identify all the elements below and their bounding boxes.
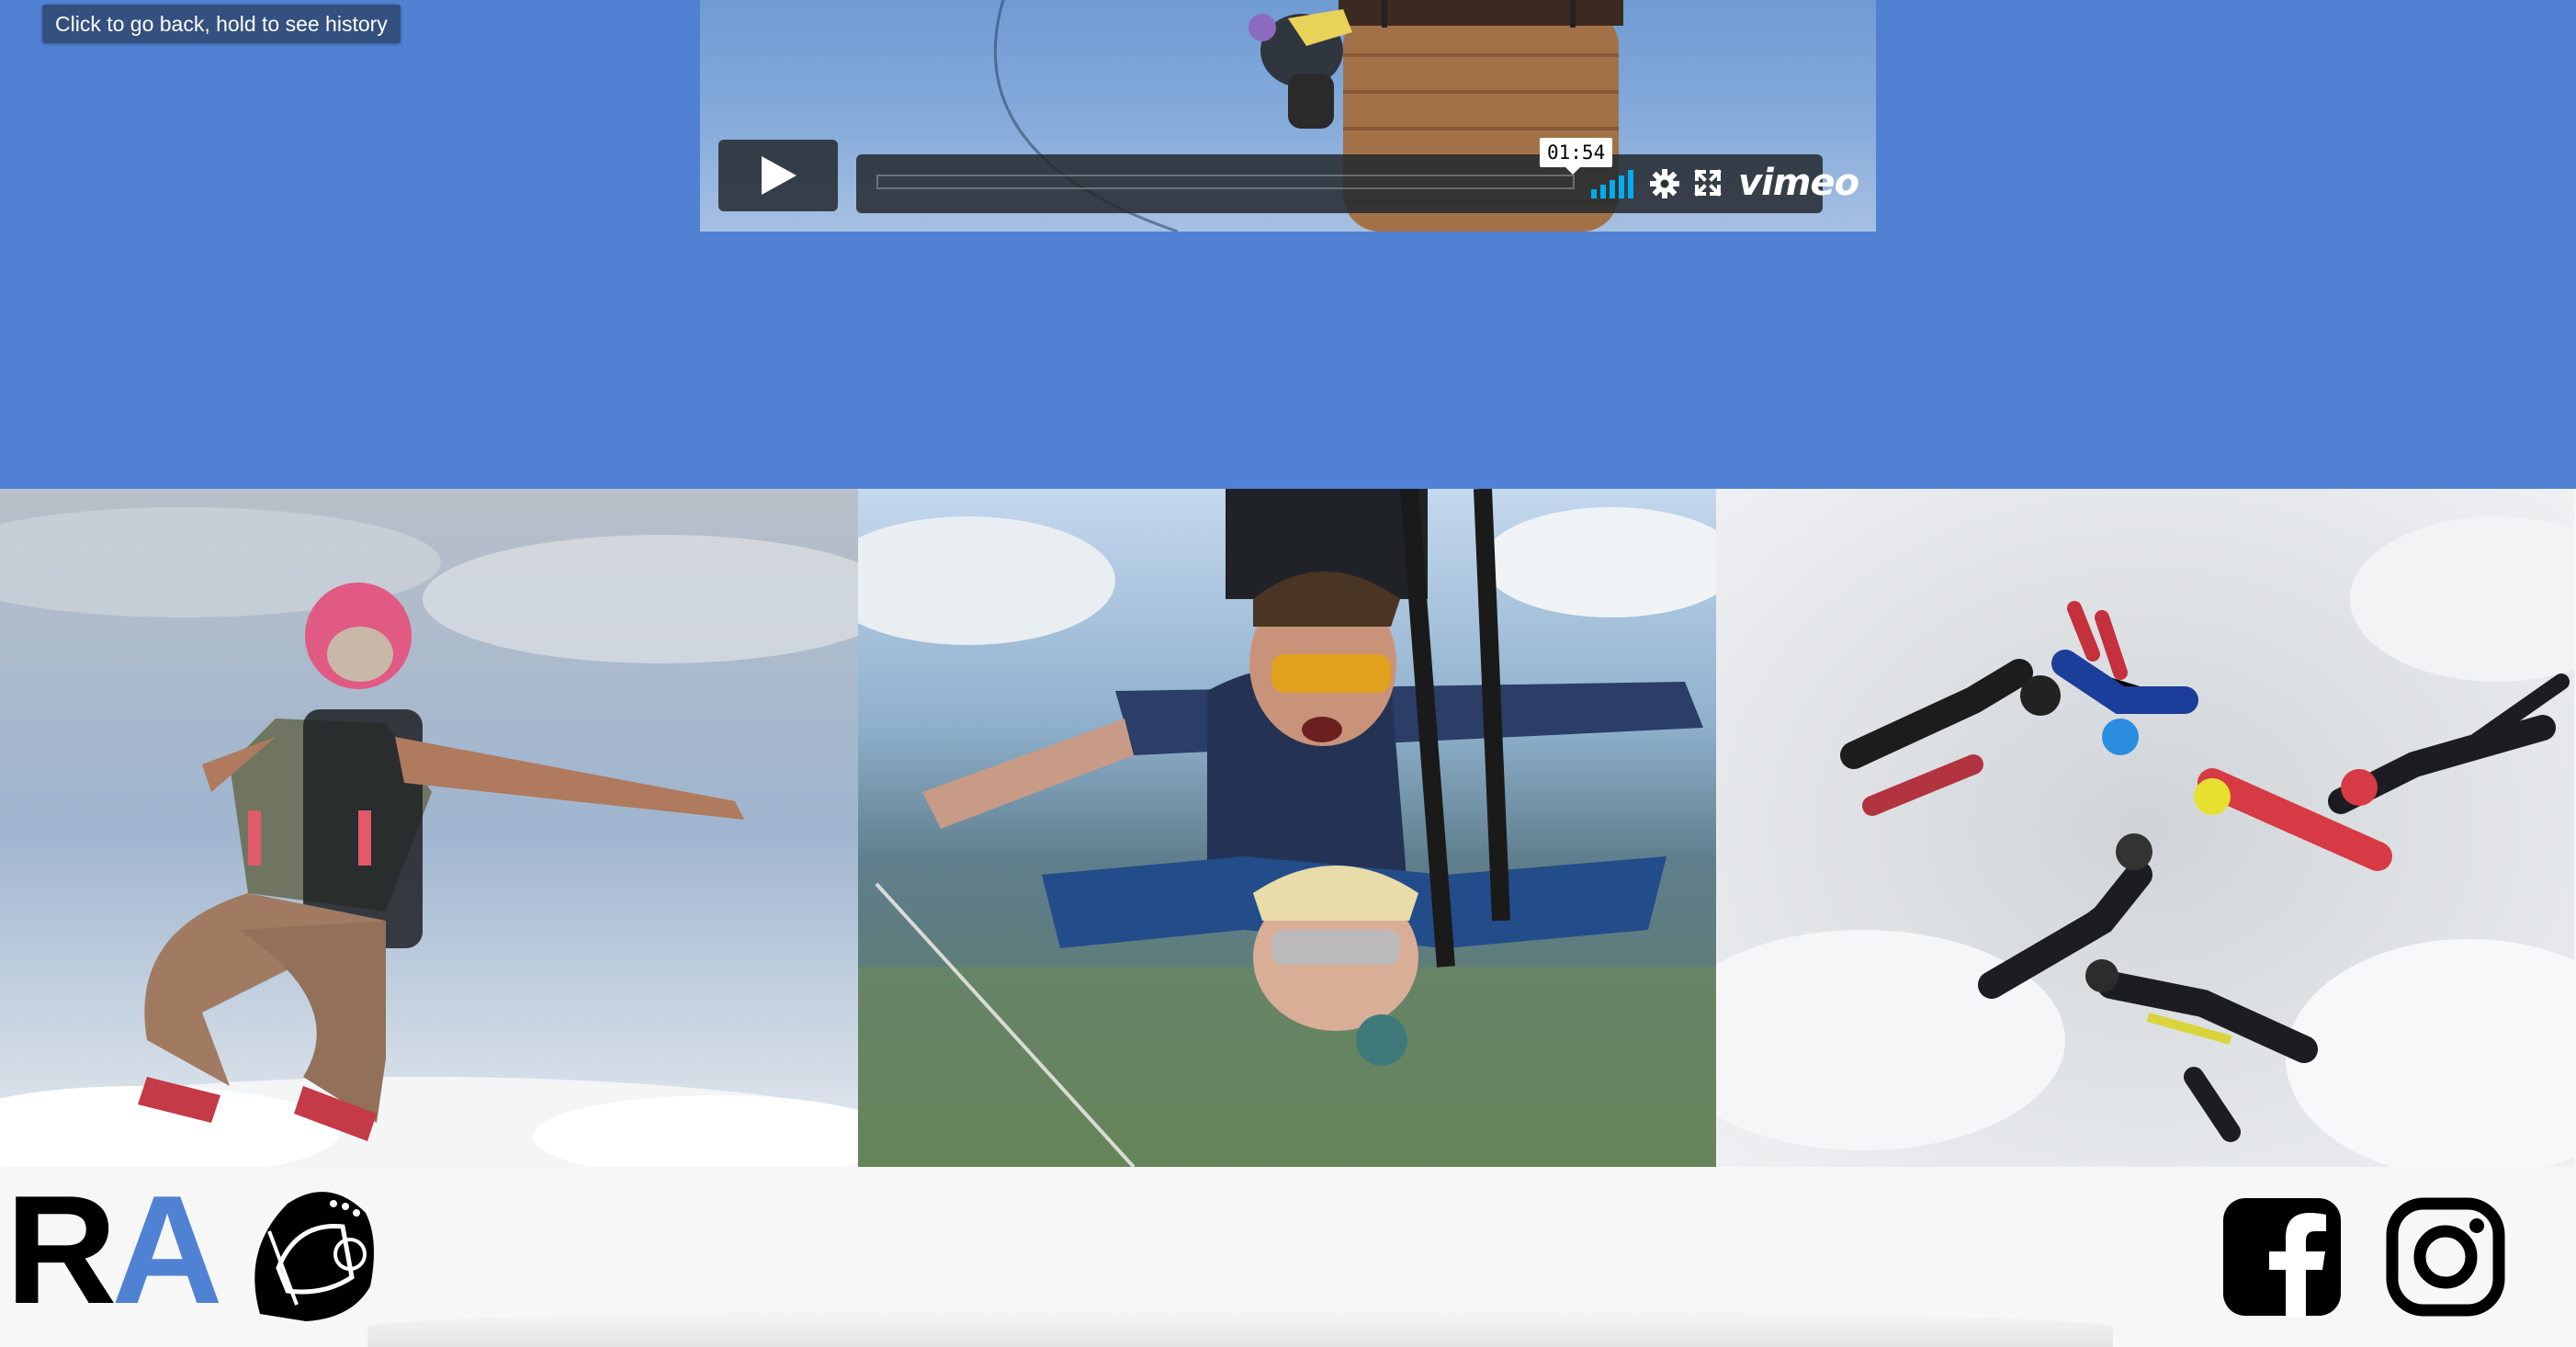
helmet-icon [254,1192,374,1321]
hero-section: vimeo 01:54 Click to go back, hold to se… [0,0,2576,489]
play-button[interactable] [718,140,838,211]
fullscreen-icon[interactable] [1694,169,1722,197]
formation-illustration [1716,489,2574,1167]
back-button-tooltip: Click to go back, hold to see history [42,5,401,43]
player-controls: vimeo [856,154,1859,213]
vimeo-logo[interactable]: vimeo [1738,162,1859,204]
skydiver-illustration [0,489,858,1167]
facebook-icon[interactable] [2221,1196,2343,1318]
footer: R A [0,1167,2576,1347]
settings-gear-icon[interactable] [1650,169,1679,198]
logo-letter-a: A [111,1163,222,1336]
tandem-skydive-photo[interactable] [858,489,1716,1167]
volume-icon[interactable] [1591,169,1635,198]
photo-gallery [0,489,2576,1167]
time-tooltip: 01:54 [1540,138,1613,175]
progress-bar[interactable] [876,175,1575,189]
skydiver-pink-helmet-photo[interactable] [0,489,858,1167]
formation-skydivers-photo[interactable] [1716,489,2574,1167]
footer-shadow [367,1308,2113,1347]
site-logo[interactable]: R A [6,1163,379,1336]
video-player[interactable]: vimeo 01:54 [700,0,1876,232]
instagram-icon[interactable] [2385,1196,2506,1318]
logo-letter-r: R [6,1163,117,1336]
tandem-illustration [858,489,1716,1167]
play-icon [762,156,797,195]
